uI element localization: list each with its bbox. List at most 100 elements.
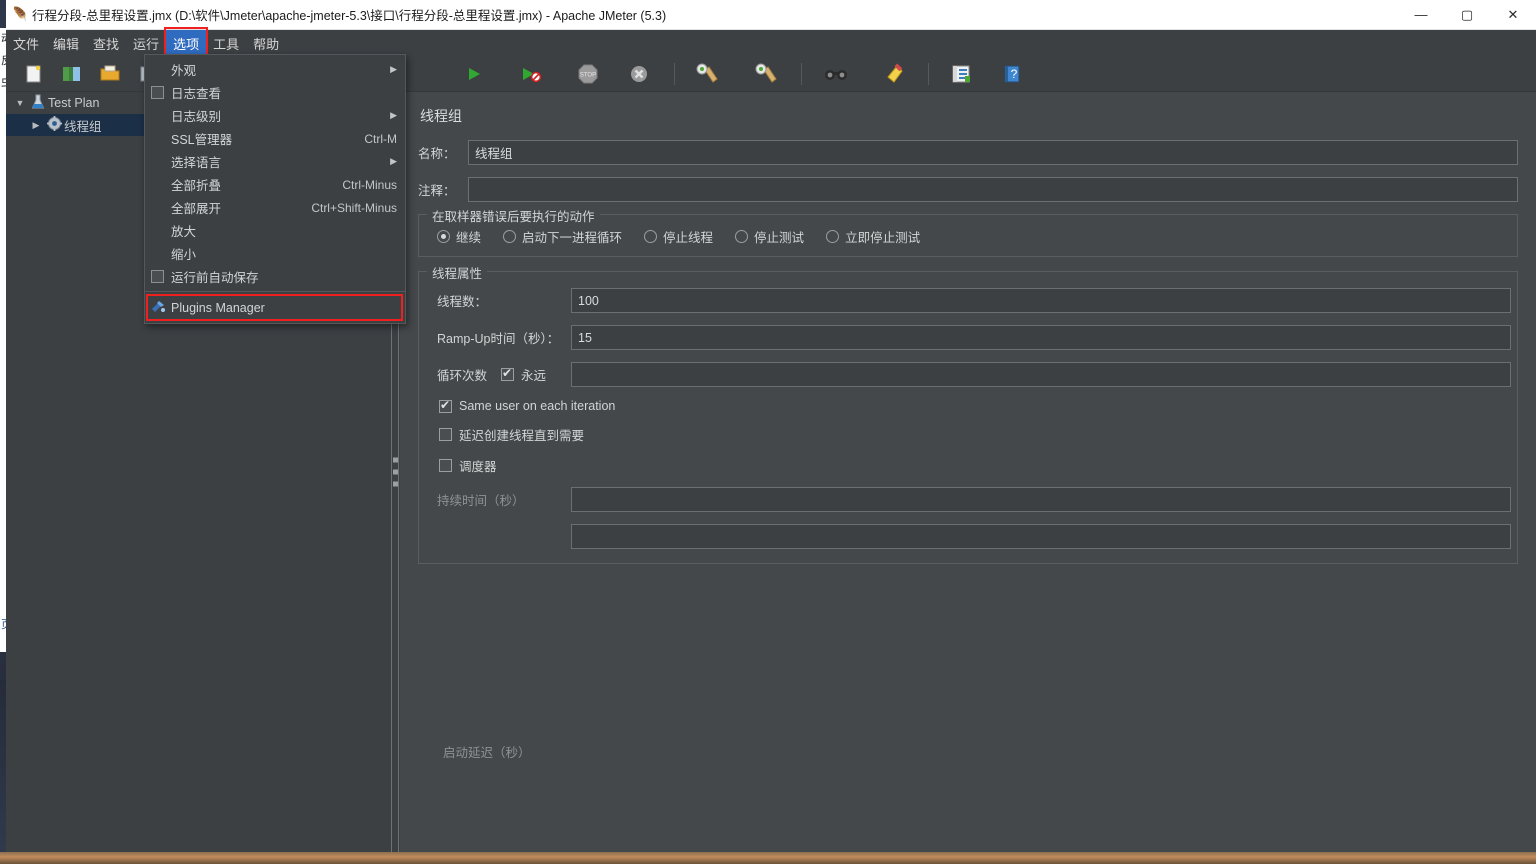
- shutdown-icon[interactable]: [623, 59, 655, 89]
- menu-item-label: Plugins Manager: [171, 300, 265, 315]
- duration-input[interactable]: [571, 487, 1511, 512]
- loop-count-input[interactable]: [571, 362, 1511, 387]
- clear-all-icon[interactable]: [750, 59, 782, 89]
- thread-group-panel: 线程组 名称： 线程组 注释： 在取样器错误后要执行的动作 继续 启动下一进程循…: [400, 92, 1536, 852]
- help-icon[interactable]: ?: [996, 59, 1028, 89]
- menu-item-label: 放大: [171, 225, 197, 239]
- forever-checkbox[interactable]: 永远: [501, 365, 571, 384]
- error-action-group-title: 在取样器错误后要执行的动作: [427, 206, 600, 225]
- rampup-row: Ramp-Up时间（秒）： 15: [425, 325, 1511, 350]
- search-icon[interactable]: [820, 59, 852, 89]
- jmeter-window: 🪶 行程分段-总里程设置.jmx (D:\软件\Jmeter\apache-jm…: [6, 0, 1536, 852]
- menu-item-log-level[interactable]: 日志级别 ▶: [145, 104, 405, 127]
- rampup-input[interactable]: 15: [571, 325, 1511, 350]
- radio-label: 停止测试: [754, 231, 805, 245]
- startup-delay-input[interactable]: [571, 524, 1511, 549]
- scheduler-row[interactable]: 调度器: [425, 456, 1511, 475]
- radio-stop-thread[interactable]: 停止线程: [644, 227, 713, 246]
- menu-help[interactable]: 帮助: [246, 30, 286, 56]
- menu-item-zoom-out[interactable]: 缩小: [145, 242, 405, 265]
- menu-item-label: 运行前自动保存: [171, 271, 259, 285]
- menu-search[interactable]: 查找: [86, 30, 126, 56]
- menu-item-label: 全部折叠: [171, 179, 222, 193]
- menu-item-log-viewer[interactable]: 日志查看: [145, 81, 405, 104]
- name-input[interactable]: 线程组: [468, 140, 1518, 165]
- checkbox-icon[interactable]: [151, 270, 164, 283]
- close-button[interactable]: ✕: [1490, 0, 1536, 30]
- chevron-right-icon[interactable]: ▶: [28, 120, 44, 131]
- chevron-right-icon: ▶: [390, 156, 397, 166]
- toolbar-separator: [674, 62, 675, 85]
- same-user-row[interactable]: Same user on each iteration: [425, 397, 1511, 413]
- menu-run[interactable]: 运行: [126, 30, 166, 56]
- menu-item-expand-all[interactable]: 全部展开 Ctrl+Shift-Minus: [145, 196, 405, 219]
- menu-item-label: 日志级别: [171, 110, 222, 124]
- threads-input[interactable]: 100: [571, 288, 1511, 313]
- duration-row: 持续时间（秒）: [425, 487, 1511, 512]
- duration-label: 持续时间（秒）: [437, 494, 525, 508]
- radio-label: 继续: [456, 231, 482, 245]
- name-label: 名称：: [418, 147, 456, 161]
- menu-edit[interactable]: 编辑: [46, 30, 86, 56]
- menu-item-ssl-manager[interactable]: SSL管理器 Ctrl-M: [145, 127, 405, 150]
- open-icon[interactable]: [94, 59, 126, 89]
- radio-stop-test-now[interactable]: 立即停止测试: [826, 227, 920, 246]
- menu-file[interactable]: 文件: [6, 30, 46, 56]
- minimize-button[interactable]: —: [1398, 0, 1444, 30]
- radio-start-next-loop[interactable]: 启动下一进程循环: [503, 227, 622, 246]
- radio-continue[interactable]: 继续: [437, 227, 481, 246]
- reset-search-icon[interactable]: [879, 59, 911, 89]
- stop-icon[interactable]: STOP: [572, 59, 604, 89]
- radio-label: 启动下一进程循环: [522, 231, 623, 245]
- same-user-label: Same user on each iteration: [459, 399, 616, 413]
- menu-item-label: SSL管理器: [171, 133, 233, 147]
- menu-item-accelerator: Ctrl-Minus: [342, 177, 397, 192]
- thread-properties-group-title: 线程属性: [427, 263, 488, 282]
- menu-options[interactable]: 选项: [164, 27, 209, 61]
- delayed-start-row[interactable]: 延迟创建线程直到需要: [425, 425, 1511, 444]
- menu-item-label: 日志查看: [171, 87, 222, 101]
- menu-item-accelerator: Ctrl-M: [364, 131, 397, 146]
- startup-delay-row: [425, 524, 1511, 549]
- radio-dot-icon: [644, 230, 658, 243]
- clear-icon[interactable]: [691, 59, 723, 89]
- chevron-right-icon: ▶: [390, 110, 397, 120]
- menu-item-label: 外观: [171, 64, 197, 78]
- start-icon[interactable]: [458, 59, 490, 89]
- new-icon[interactable]: [18, 59, 50, 89]
- page-title: 线程组: [420, 108, 462, 124]
- delayed-start-label: 延迟创建线程直到需要: [459, 429, 585, 443]
- checkbox-icon[interactable]: [151, 86, 164, 99]
- menu-tools[interactable]: 工具: [206, 30, 246, 56]
- threads-row: 线程数： 100: [425, 288, 1511, 313]
- radio-stop-test[interactable]: 停止测试: [735, 227, 804, 246]
- radio-dot-icon: [503, 230, 517, 243]
- comment-input[interactable]: [468, 177, 1518, 202]
- menu-item-label: 全部展开: [171, 202, 222, 216]
- chevron-down-icon[interactable]: ▼: [12, 98, 28, 108]
- threads-label: 线程数：: [437, 295, 488, 309]
- menu-item-auto-save-before-run[interactable]: 运行前自动保存: [145, 265, 405, 288]
- menu-bar: 文件 编辑 查找 运行 选项 工具 帮助: [6, 27, 1536, 61]
- menu-item-accelerator: Ctrl+Shift-Minus: [311, 200, 397, 215]
- menu-item-look-and-feel[interactable]: 外观 ▶: [145, 58, 405, 81]
- tree-node-label: 线程组: [64, 119, 102, 134]
- function-helper-icon[interactable]: [945, 59, 977, 89]
- name-field-row: 名称： 线程组: [418, 140, 1518, 165]
- window-title: 行程分段-总里程设置.jmx (D:\软件\Jmeter\apache-jmet…: [32, 9, 667, 23]
- start-no-pauses-icon[interactable]: [515, 59, 547, 89]
- options-dropdown-menu: 外观 ▶ 日志查看 日志级别 ▶ SSL管理器 Ctrl-M 选择语言 ▶ 全部…: [144, 54, 406, 324]
- menu-item-plugins-manager[interactable]: Plugins Manager: [145, 294, 405, 321]
- templates-icon[interactable]: [56, 59, 88, 89]
- menu-item-choose-language[interactable]: 选择语言 ▶: [145, 150, 405, 173]
- maximize-button[interactable]: ▢: [1444, 0, 1490, 30]
- menu-item-zoom-in[interactable]: 放大: [145, 219, 405, 242]
- plugins-manager-icon: [151, 300, 166, 316]
- menu-item-collapse-all[interactable]: 全部折叠 Ctrl-Minus: [145, 173, 405, 196]
- error-action-group: 在取样器错误后要执行的动作 继续 启动下一进程循环 停止线程 停止测试 立即停止…: [418, 206, 1518, 257]
- checkbox-icon: [439, 428, 452, 441]
- loop-count-row: 循环次数 永远: [425, 362, 1511, 387]
- toolbar-separator: [928, 62, 929, 85]
- thread-group-icon: [44, 116, 64, 134]
- divider-grip[interactable]: [393, 457, 398, 487]
